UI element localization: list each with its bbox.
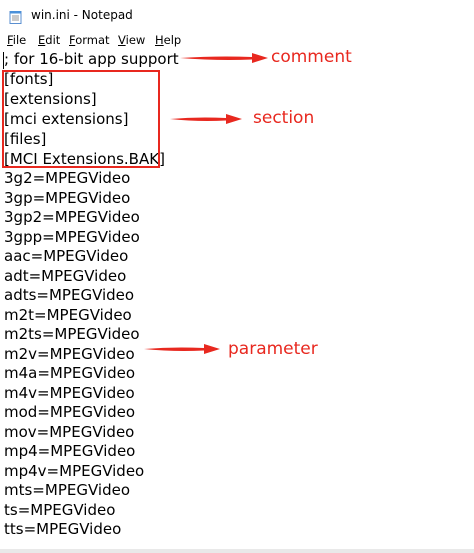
editor-line: 3gp2=MPEGVideo bbox=[4, 208, 140, 226]
editor-line: m4a=MPEGVideo bbox=[4, 364, 136, 382]
title-bar[interactable]: win.ini - Notepad bbox=[0, 0, 474, 32]
comment-arrow-icon bbox=[180, 53, 268, 63]
menu-format[interactable]: Format bbox=[69, 32, 110, 48]
editor-line: aac=MPEGVideo bbox=[4, 247, 129, 265]
menu-view[interactable]: View bbox=[118, 32, 145, 48]
parameter-arrow-icon bbox=[144, 344, 220, 354]
editor-line: 3g2=MPEGVideo bbox=[4, 169, 131, 187]
section-arrow-icon bbox=[170, 114, 242, 124]
editor-line: mod=MPEGVideo bbox=[4, 403, 135, 421]
menu-bar: File Edit Format View Help bbox=[0, 32, 474, 49]
notepad-window: win.ini - Notepad File Edit Format View … bbox=[0, 0, 474, 553]
editor-line: mp4=MPEGVideo bbox=[4, 442, 136, 460]
editor-line: mts=MPEGVideo bbox=[4, 481, 130, 499]
menu-file[interactable]: File bbox=[7, 32, 26, 48]
section-highlight-box bbox=[2, 70, 160, 168]
parameter-label: parameter bbox=[228, 339, 318, 359]
editor-line: 3gp=MPEGVideo bbox=[4, 189, 131, 207]
editor-line: adt=MPEGVideo bbox=[4, 267, 127, 285]
editor-line: 3gpp=MPEGVideo bbox=[4, 228, 140, 246]
editor-line: m2ts=MPEGVideo bbox=[4, 325, 140, 343]
window-title: win.ini - Notepad bbox=[31, 8, 133, 22]
editor-line: ts=MPEGVideo bbox=[4, 501, 116, 519]
comment-label: comment bbox=[271, 47, 352, 67]
text-caret bbox=[3, 52, 4, 69]
menu-edit[interactable]: Edit bbox=[38, 32, 60, 48]
editor-line: mp4v=MPEGVideo bbox=[4, 462, 145, 480]
editor-line: m2t=MPEGVideo bbox=[4, 306, 132, 324]
editor-line: adts=MPEGVideo bbox=[4, 286, 135, 304]
notepad-icon bbox=[9, 9, 22, 24]
editor-line: m2v=MPEGVideo bbox=[4, 345, 135, 363]
editor-line: ; for 16-bit app support bbox=[4, 50, 179, 68]
editor-line: mov=MPEGVideo bbox=[4, 423, 135, 441]
section-label: section bbox=[253, 108, 315, 128]
editor-line: m4v=MPEGVideo bbox=[4, 384, 135, 402]
menu-help[interactable]: Help bbox=[155, 32, 181, 48]
editor-line: tts=MPEGVideo bbox=[4, 520, 122, 538]
window-bottom-edge bbox=[0, 549, 474, 553]
